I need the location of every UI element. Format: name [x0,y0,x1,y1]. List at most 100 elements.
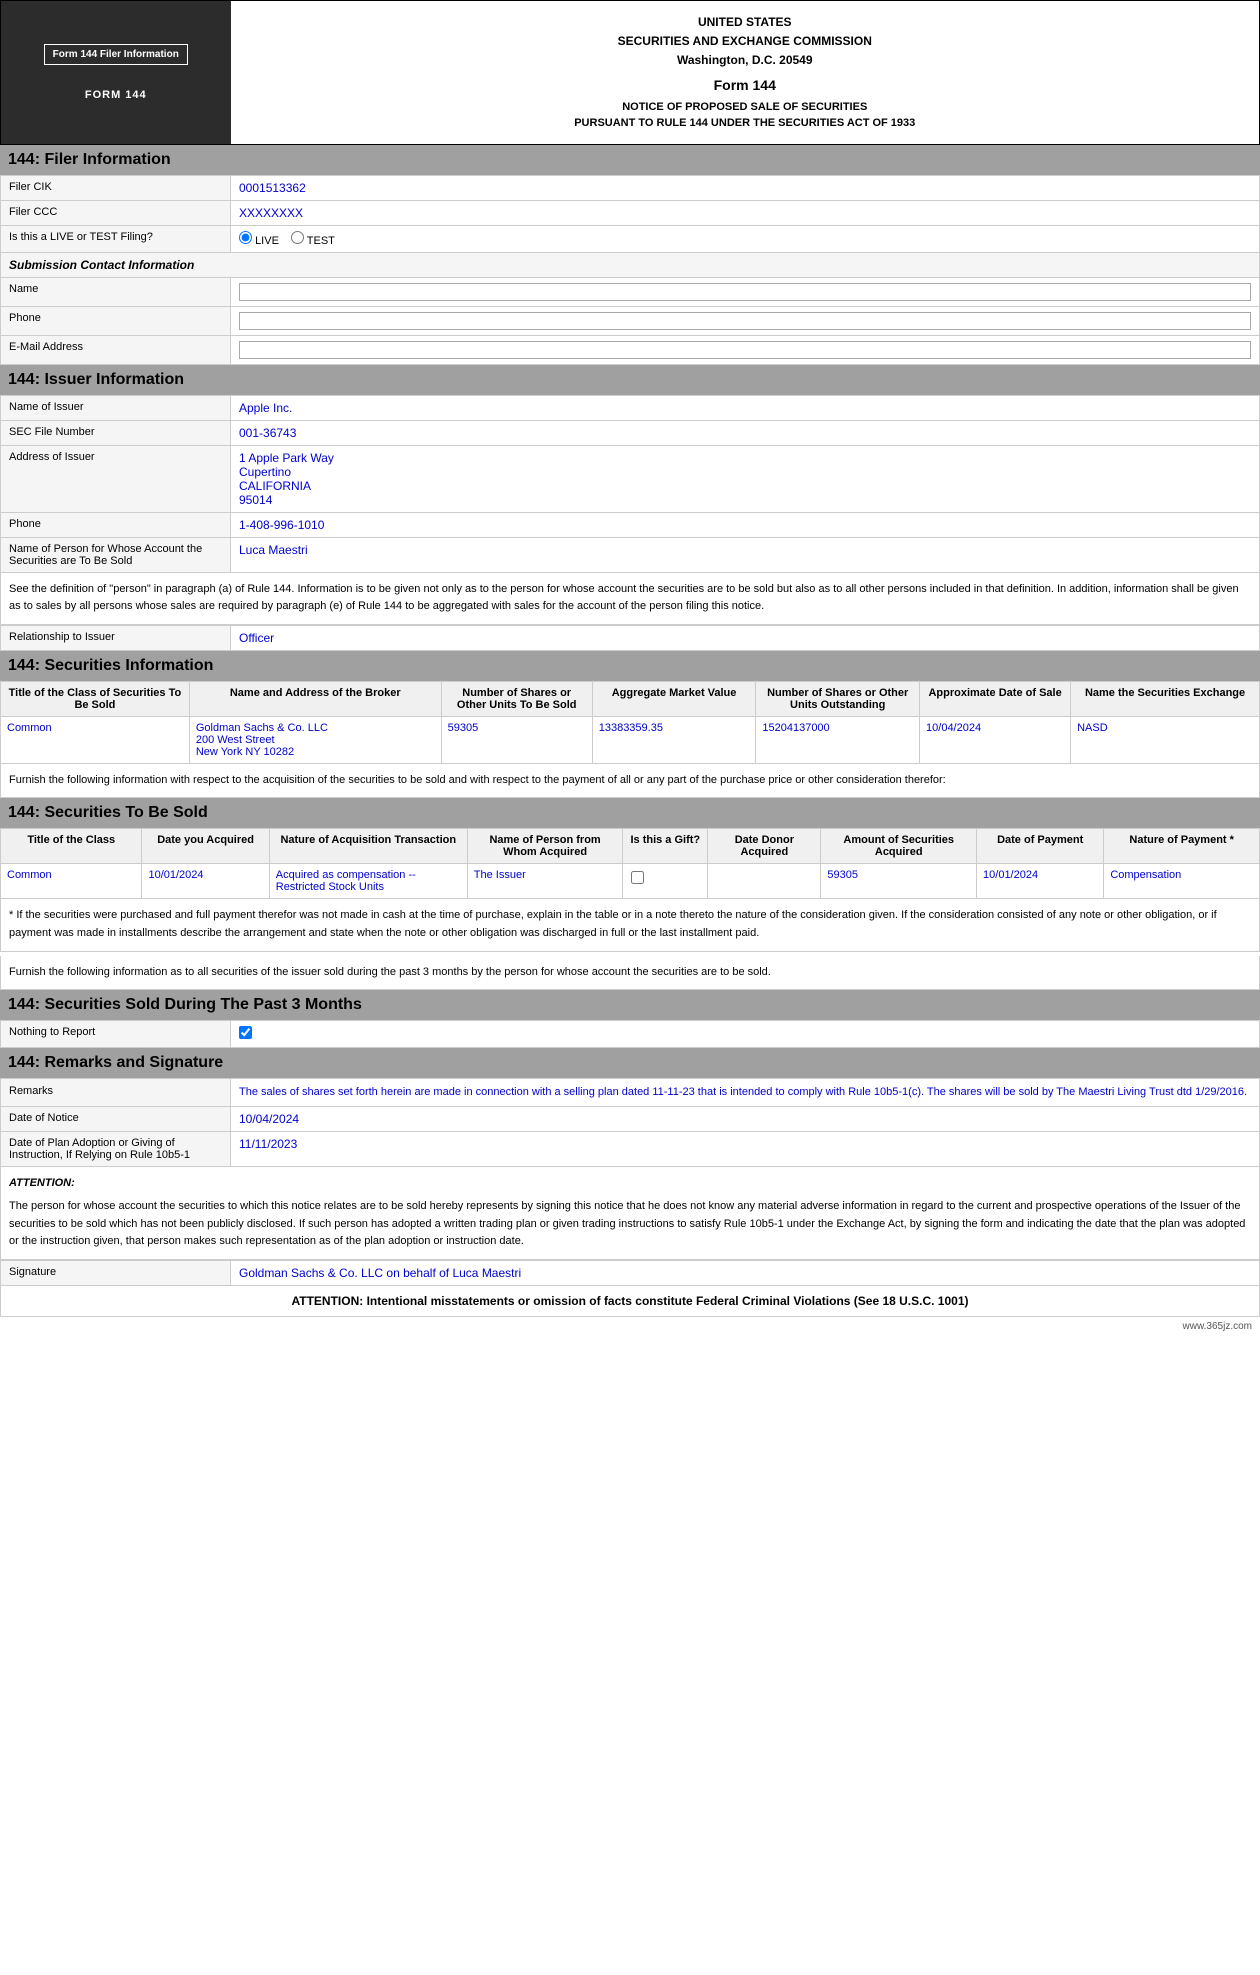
sold-col4: Name of Person from Whom Acquired [467,829,623,864]
person-label: Name of Person for Whose Account the Sec… [1,537,231,572]
email-value [231,335,1260,364]
sec-file-label: SEC File Number [1,420,231,445]
date-plan-row: Date of Plan Adoption or Giving of Instr… [1,1131,1260,1166]
nothing-checkbox-cell [231,1021,1260,1048]
col-shares: Number of Shares or Other Units To Be So… [441,681,592,716]
footer-attention-text: ATTENTION: Intentional misstatements or … [291,1294,968,1308]
email-row: E-Mail Address [1,335,1260,364]
filer-cik-value: 0001513362 [231,175,1260,200]
sold-date-payment: 10/01/2024 [977,864,1104,899]
sold-date-donor [708,864,821,899]
relationship-row: Relationship to Issuer Officer [1,625,1260,650]
sec-file-row: SEC File Number 001-36743 [1,420,1260,445]
form-title: Form 144 [243,77,1248,93]
sold-is-gift [623,864,708,899]
test-radio-label[interactable]: TEST [291,231,335,247]
col-market-value: Aggregate Market Value [592,681,756,716]
test-radio[interactable] [291,231,304,244]
notice-text: NOTICE OF PROPOSED SALE OF SECURITIES PU… [243,99,1248,132]
signature-table: Signature Goldman Sachs & Co. LLC on beh… [0,1260,1260,1286]
submission-contact-header-row: Submission Contact Information [1,252,1260,277]
relationship-label: Relationship to Issuer [1,625,231,650]
person-value: Luca Maestri [231,537,1260,572]
sec-file-value: 001-36743 [231,420,1260,445]
col-outstanding: Number of Shares or Other Units Outstand… [756,681,920,716]
sold-col3: Nature of Acquisition Transaction [269,829,467,864]
filer-fields: Filer CIK 0001513362 Filer CCC XXXXXXXX … [0,175,1260,365]
form-info-label: Form 144 Filer Information [44,44,188,65]
address-label: Address of Issuer [1,445,231,512]
filer-section-header: 144: Filer Information [0,145,1260,175]
agency-name: UNITED STATES SECURITIES AND EXCHANGE CO… [243,13,1248,71]
name-label: Name [1,277,231,306]
footer-attention: ATTENTION: Intentional misstatements or … [0,1286,1260,1317]
sold-data-row: Common 10/01/2024 Acquired as compensati… [1,864,1260,899]
si-market-value: 13383359.35 [592,716,756,763]
address-value: 1 Apple Park Way Cupertino CALIFORNIA 95… [231,445,1260,512]
remarks-header: 144: Remarks and Signature [0,1048,1260,1078]
securities-sold-section: 144: Securities To Be Sold Title of the … [0,798,1260,990]
securities-info-table: Title of the Class of Securities To Be S… [0,681,1260,764]
filer-section: 144: Filer Information Filer CIK 0001513… [0,145,1260,365]
header-right: UNITED STATES SECURITIES AND EXCHANGE CO… [231,1,1260,145]
live-radio[interactable] [239,231,252,244]
filer-ccc-value: XXXXXXXX [231,200,1260,225]
sold-nature: Acquired as compensation -- Restricted S… [269,864,467,899]
sold-col6: Date Donor Acquired [708,829,821,864]
attention-block: ATTENTION: The person for whose account … [0,1167,1260,1260]
sold-col1: Title of the Class [1,829,142,864]
sold-amount: 59305 [821,864,977,899]
filer-ccc-label: Filer CCC [1,200,231,225]
sold-header-row: Title of the Class Date you Acquired Nat… [1,829,1260,864]
relationship-value: Officer [231,625,1260,650]
remarks-label: Remarks [1,1079,231,1107]
name-input[interactable] [239,283,1251,301]
radio-group: LIVE TEST [239,231,1251,247]
sold-col2: Date you Acquired [142,829,269,864]
securities-info-row: Common Goldman Sachs & Co. LLC 200 West … [1,716,1260,763]
si-date: 10/04/2024 [920,716,1071,763]
live-test-row: Is this a LIVE or TEST Filing? LIVE TEST [1,225,1260,252]
filer-ccc-row: Filer CCC XXXXXXXX [1,200,1260,225]
live-test-label: Is this a LIVE or TEST Filing? [1,225,231,252]
col-broker: Name and Address of the Broker [189,681,441,716]
header-table: Form 144 Filer Information FORM 144 UNIT… [0,0,1260,145]
gift-checkbox[interactable] [631,871,644,884]
date-notice-value: 10/04/2024 [231,1106,1260,1131]
sold-col8: Date of Payment [977,829,1104,864]
email-input[interactable] [239,341,1251,359]
issuer-fields: Name of Issuer Apple Inc. SEC File Numbe… [0,395,1260,573]
nothing-checkbox[interactable] [239,1026,252,1039]
si-outstanding: 15204137000 [756,716,920,763]
issuer-phone-row: Phone 1-408-996-1010 [1,512,1260,537]
remarks-fields: Remarks The sales of shares set forth he… [0,1078,1260,1167]
live-radio-label[interactable]: LIVE [239,231,279,247]
issuer-name-row: Name of Issuer Apple Inc. [1,395,1260,420]
issuer-name-label: Name of Issuer [1,395,231,420]
col-exchange: Name the Securities Exchange [1071,681,1260,716]
signature-value: Goldman Sachs & Co. LLC on behalf of Luc… [231,1261,1260,1286]
phone-input[interactable] [239,312,1251,330]
name-row: Name [1,277,1260,306]
securities-info-header-row: Title of the Class of Securities To Be S… [1,681,1260,716]
issuer-section: 144: Issuer Information Name of Issuer A… [0,365,1260,651]
sold-footnote: * If the securities were purchased and f… [0,899,1260,951]
person-row: Name of Person for Whose Account the Sec… [1,537,1260,572]
sold-col5: Is this a Gift? [623,829,708,864]
issuer-info-text: See the definition of "person" in paragr… [0,573,1260,625]
nothing-to-report-row: Nothing to Report [1,1021,1260,1048]
issuer-phone-label: Phone [1,512,231,537]
date-notice-label: Date of Notice [1,1106,231,1131]
si-class: Common [1,716,190,763]
attention-label: ATTENTION: [9,1175,1251,1193]
sold-date-acquired: 10/01/2024 [142,864,269,899]
sold-col9: Nature of Payment * [1104,829,1260,864]
date-plan-label: Date of Plan Adoption or Giving of Instr… [1,1131,231,1166]
past3months-header: 144: Securities Sold During The Past 3 M… [0,990,1260,1020]
sold-nature-payment: Compensation [1104,864,1260,899]
address-row: Address of Issuer 1 Apple Park Way Cuper… [1,445,1260,512]
header-left: Form 144 Filer Information FORM 144 [1,1,231,145]
submission-contact-header: Submission Contact Information [1,252,1260,277]
issuer-name-value: Apple Inc. [231,395,1260,420]
email-label: E-Mail Address [1,335,231,364]
